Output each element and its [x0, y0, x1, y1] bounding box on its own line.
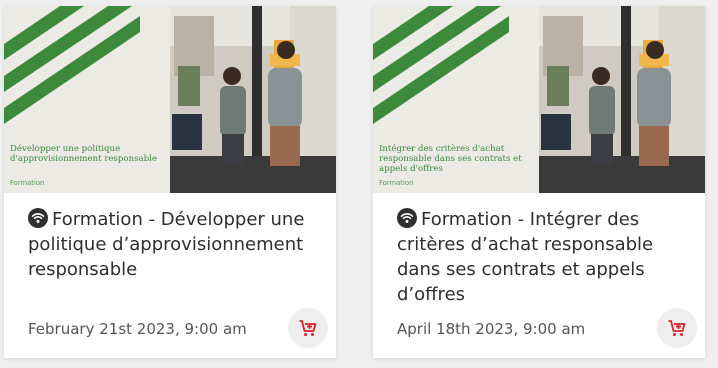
course-grid: Développer une politique d'approvisionne…: [0, 0, 718, 368]
course-title[interactable]: Formation - Intégrer des critères d’acha…: [397, 207, 691, 307]
wifi-online-icon: [28, 208, 48, 228]
course-card[interactable]: Intégrer des critères d'achat responsabl…: [373, 6, 705, 358]
add-to-cart-icon: [668, 320, 686, 336]
thumbnail-banner: Développer une politique d'approvisionne…: [4, 6, 170, 193]
course-title-text: Formation - Intégrer des critères d’acha…: [397, 209, 654, 305]
add-to-cart-button[interactable]: [657, 308, 697, 348]
office-photo: [170, 6, 336, 193]
course-card[interactable]: Développer une politique d'approvisionne…: [4, 6, 336, 358]
course-date: April 18th 2023, 9:00 am: [397, 320, 586, 338]
thumbnail-title: Développer une politique d'approvisionne…: [10, 144, 158, 164]
office-photo: [539, 6, 705, 193]
course-title-text: Formation - Développer une politique d’a…: [28, 209, 305, 280]
thumbnail-title: Intégrer des critères d'achat responsabl…: [379, 144, 522, 174]
add-to-cart-icon: [299, 320, 317, 336]
thumbnail-tag: Formation: [379, 179, 414, 187]
green-stripes-graphic: [4, 6, 140, 124]
course-date: February 21st 2023, 9:00 am: [28, 320, 247, 338]
thumbnail-tag: Formation: [10, 179, 45, 187]
thumbnail-banner: Intégrer des critères d'achat responsabl…: [373, 6, 539, 193]
course-thumbnail[interactable]: Intégrer des critères d'achat responsabl…: [373, 6, 705, 193]
add-to-cart-button[interactable]: [288, 308, 328, 348]
course-title[interactable]: Formation - Développer une politique d’a…: [28, 207, 322, 282]
wifi-online-icon: [397, 208, 417, 228]
green-stripes-graphic: [373, 6, 509, 124]
course-thumbnail[interactable]: Développer une politique d'approvisionne…: [4, 6, 336, 193]
